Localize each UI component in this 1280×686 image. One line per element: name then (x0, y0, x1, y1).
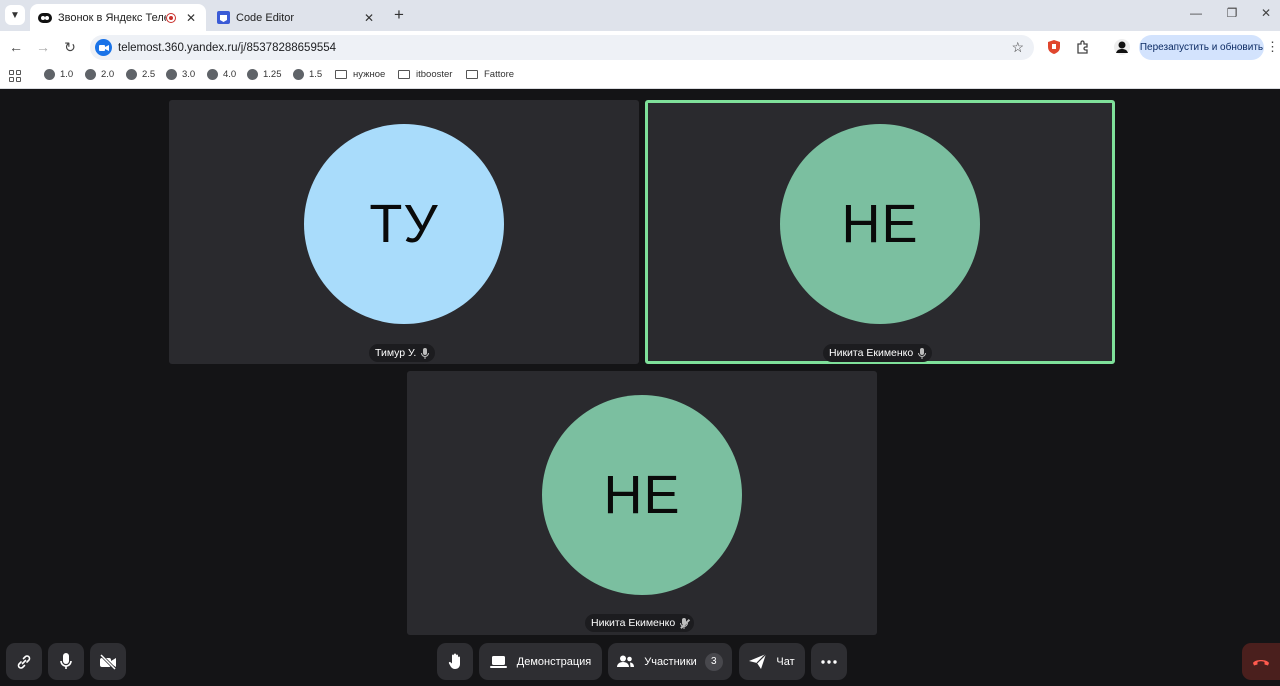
bookmark-item[interactable]: 1.25 (247, 69, 282, 80)
bookmark-item[interactable]: 2.5 (126, 69, 155, 80)
bookmark-item[interactable]: 4.0 (207, 69, 236, 80)
folder-icon (466, 70, 478, 79)
link-icon (16, 654, 32, 670)
screen-share-button[interactable]: Демонстрация (479, 643, 602, 680)
participant-name: Никита Екименко (829, 347, 914, 359)
minimize-icon[interactable]: — (1186, 6, 1206, 20)
microphone-icon (421, 347, 430, 359)
camera-off-icon (99, 653, 117, 670)
tab-code-editor[interactable]: Code Editor ✕ (208, 4, 384, 31)
participant-name-tag: Никита Екименко (585, 614, 695, 632)
raise-hand-icon (448, 653, 463, 670)
participant-avatar: НЕ (780, 124, 980, 324)
browser-menu-icon[interactable]: ⋮ (1266, 39, 1279, 55)
globe-icon (126, 69, 137, 80)
bookmark-folder[interactable]: нужное (335, 69, 385, 80)
close-tab-icon[interactable]: ✕ (362, 11, 376, 25)
participant-tile[interactable]: ТУ Тимур У. (169, 100, 639, 364)
apps-grid-icon[interactable] (9, 70, 21, 82)
forward-icon[interactable]: → (33, 37, 53, 57)
telemost-icon (38, 11, 52, 25)
screen-share-icon (489, 655, 507, 669)
participants-count-badge: 3 (704, 652, 723, 671)
end-call-button[interactable] (1242, 643, 1280, 680)
new-tab-icon[interactable]: + (390, 5, 408, 25)
globe-icon (44, 69, 55, 80)
chat-label: Чат (776, 655, 795, 668)
bookmark-item[interactable]: 1.5 (293, 69, 322, 80)
microphone-toggle-button[interactable] (48, 643, 84, 680)
globe-icon (293, 69, 304, 80)
tab-search-chevron-icon[interactable]: ▼ (5, 5, 25, 25)
camera-toggle-button[interactable] (90, 643, 126, 680)
bookmark-star-icon[interactable]: ☆ (1011, 39, 1024, 56)
globe-icon (247, 69, 258, 80)
copy-link-button[interactable] (6, 643, 42, 680)
bookmark-item[interactable]: 2.0 (85, 69, 114, 80)
tab-title: Code Editor (236, 11, 295, 24)
url-text[interactable]: telemost.360.yandex.ru/j/85378288659554 (118, 42, 1011, 54)
more-options-button[interactable] (811, 643, 847, 680)
site-info-icon[interactable] (95, 39, 112, 56)
bookmarks-bar: 1.0 2.0 2.5 3.0 4.0 1.25 1.5 нужное itbo… (0, 63, 1280, 89)
participant-tile[interactable]: НЕ Никита Екименко (407, 371, 877, 635)
extensions-puzzle-icon[interactable] (1075, 39, 1091, 55)
bookmark-folder[interactable]: itbooster (398, 69, 452, 80)
bookmark-folder[interactable]: Fattore (466, 69, 514, 80)
reload-icon[interactable]: ↻ (60, 37, 80, 57)
folder-icon (398, 70, 410, 79)
close-tab-icon[interactable]: ✕ (184, 11, 198, 25)
relaunch-update-button[interactable]: Перезапустить и обновить (1139, 35, 1264, 60)
chat-button[interactable]: Чат (739, 643, 805, 680)
send-paper-plane-icon (749, 654, 767, 669)
bookmark-item[interactable]: 3.0 (166, 69, 195, 80)
microphone-icon (918, 347, 927, 359)
globe-icon (207, 69, 218, 80)
participant-name-tag: Тимур У. (369, 344, 436, 362)
globe-icon (166, 69, 177, 80)
recording-indicator-icon (166, 12, 176, 23)
globe-icon (85, 69, 96, 80)
participants-icon (617, 655, 635, 668)
participant-name: Тимур У. (375, 347, 417, 359)
profile-avatar-icon[interactable] (1114, 39, 1130, 55)
participant-avatar: НЕ (542, 395, 742, 595)
hang-up-phone-icon (1252, 657, 1270, 666)
tab-strip: ▼ Звонок в Яндекс Телемост ✕ Code Editor… (0, 0, 1280, 31)
participant-tile-active-speaker[interactable]: НЕ Никита Екименко (645, 100, 1115, 364)
participant-name-tag: Никита Екименко (823, 344, 933, 362)
close-window-icon[interactable]: ✕ (1256, 6, 1276, 20)
restore-icon[interactable]: ❐ (1222, 6, 1242, 20)
code-editor-icon (216, 11, 230, 25)
tab-telemost[interactable]: Звонок в Яндекс Телемост ✕ (30, 4, 206, 31)
participant-avatar: ТУ (304, 124, 504, 324)
bookmark-item[interactable]: 1.0 (44, 69, 73, 80)
microphone-icon (60, 653, 72, 670)
microphone-muted-icon (680, 617, 689, 629)
participants-button[interactable]: Участники 3 (608, 643, 732, 680)
adblock-extension-icon[interactable] (1046, 39, 1062, 55)
address-bar[interactable]: telemost.360.yandex.ru/j/85378288659554 … (90, 35, 1034, 60)
participant-name: Никита Екименко (591, 617, 676, 629)
back-icon[interactable]: ← (6, 37, 26, 57)
screen-share-label: Демонстрация (516, 655, 592, 668)
participants-label: Участники (644, 655, 697, 668)
browser-toolbar: ← → ↻ telemost.360.yandex.ru/j/853782886… (0, 31, 1280, 63)
folder-icon (335, 70, 347, 79)
tab-title: Звонок в Яндекс Телемост (58, 11, 166, 24)
more-dots-icon (821, 659, 837, 664)
raise-hand-button[interactable] (437, 643, 473, 680)
